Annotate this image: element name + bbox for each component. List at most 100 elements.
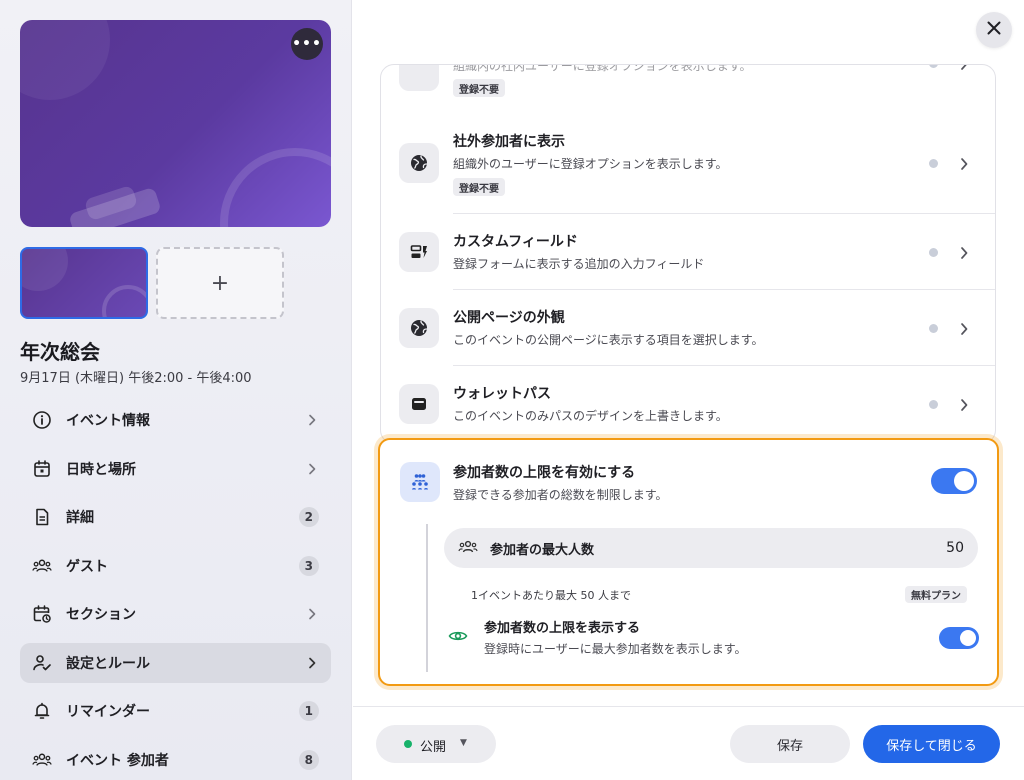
more-icon: •••	[292, 36, 322, 52]
nav-item-settings-rules[interactable]: 設定とルール	[20, 642, 331, 683]
row-title: ウォレットパス	[453, 386, 551, 402]
nav-label: 日時と場所	[66, 461, 136, 478]
eye-icon	[448, 628, 468, 647]
row-tag: 登録不要	[453, 79, 505, 97]
cover-more-button[interactable]: •••	[291, 28, 323, 60]
cover-thumbnail-selected[interactable]	[20, 247, 148, 319]
row-description: このイベントの公開ページに表示する項目を選択します。	[453, 333, 764, 347]
row-description: 組織内の社内ユーザーに登録オプションを表示します。	[453, 64, 752, 73]
status-label: 公開	[420, 740, 447, 755]
group-limit-icon	[400, 462, 440, 502]
chevron-right-icon	[305, 413, 319, 427]
nav-item-guests[interactable]: ゲスト 3	[20, 546, 331, 586]
nav-item-datetime-location[interactable]: 日時と場所	[20, 449, 331, 489]
chevron-right-icon	[305, 462, 319, 476]
nav-item-reminders[interactable]: リマインダー 1	[20, 691, 331, 731]
row-description: 登録フォームに表示する追加の入力フィールド	[453, 257, 705, 271]
capacity-toggle[interactable]	[931, 468, 977, 494]
nav-label: セクション	[66, 607, 136, 623]
globe-icon	[399, 143, 439, 183]
calendar-clock-icon	[32, 604, 52, 624]
max-attendees-field[interactable]: 参加者の最大人数 50	[444, 528, 978, 568]
nav-label: 設定とルール	[66, 655, 150, 672]
nav-label: イベント情報	[66, 413, 150, 429]
bell-icon	[32, 701, 52, 721]
capacity-limit-section: 参加者数の上限を有効にする 登録できる参加者の総数を制限します。 参加者の最大人…	[378, 438, 999, 686]
settings-row-custom-fields[interactable]: カスタムフィールド 登録フォームに表示する追加の入力フィールド	[381, 214, 995, 289]
nav-item-sections[interactable]: セクション	[20, 594, 331, 634]
group-icon	[32, 750, 52, 770]
nav-item-event-info[interactable]: イベント情報	[20, 400, 331, 440]
form-fields-icon	[399, 232, 439, 272]
max-attendees-value[interactable]: 50	[946, 540, 964, 556]
status-dot	[929, 159, 938, 168]
settings-list: 組織内の社内ユーザーに登録オプションを表示します。 登録不要 社外参加者に表示 …	[380, 64, 996, 444]
status-dot	[929, 248, 938, 257]
show-limit-title: 参加者数の上限を表示する	[484, 621, 641, 636]
nav-label: イベント 参加者	[66, 752, 169, 769]
toggle-knob	[954, 471, 974, 491]
people-icon	[32, 556, 52, 576]
close-button[interactable]	[976, 12, 1012, 48]
cover-decoration	[20, 20, 110, 100]
chevron-right-icon	[957, 65, 971, 71]
event-cover-image	[20, 20, 331, 227]
save-and-close-button[interactable]: 保存して閉じる	[863, 725, 1000, 763]
settings-row-public-page[interactable]: 公開ページの外観 このイベントの公開ページに表示する項目を選択します。	[381, 290, 995, 365]
event-datetime: 9月17日 (木曜日) 午後2:00 - 午後4:00	[20, 371, 252, 386]
toggle-knob	[960, 630, 976, 646]
nav-label: 詳細	[66, 510, 94, 526]
wallet-icon	[399, 384, 439, 424]
nav-item-details[interactable]: 詳細 2	[20, 497, 331, 537]
nav-label: ゲスト	[66, 558, 108, 575]
settings-row-wallet-pass[interactable]: ウォレットパス このイベントのみパスのデザインを上書きします。	[381, 366, 995, 443]
show-limit-description: 登録時にユーザーに最大参加者数を表示します。	[484, 642, 747, 656]
published-status-dot	[404, 740, 412, 748]
chevron-right-icon	[957, 322, 971, 336]
max-attendees-label: 参加者の最大人数	[490, 542, 595, 558]
event-title: 年次総会	[20, 340, 100, 364]
add-cover-button[interactable]: +	[156, 247, 284, 319]
status-dot	[929, 400, 938, 409]
cover-decoration	[220, 148, 331, 227]
limit-note: 1イベントあたり最大 50 人まで	[471, 589, 631, 602]
list-icon	[399, 65, 439, 91]
people-icon	[458, 539, 478, 558]
save-button[interactable]: 保存	[730, 725, 850, 763]
plan-badge: 無料プラン	[905, 586, 967, 603]
settings-row-internal-display[interactable]: 組織内の社内ユーザーに登録オプションを表示します。 登録不要	[381, 65, 995, 113]
row-description: 組織外のユーザーに登録オプションを表示します。	[453, 157, 728, 171]
count-badge: 8	[298, 749, 319, 770]
sidebar-nav: イベント情報 日時と場所 詳細 2 ゲスト 3 セクション 設定とルール リマイ…	[20, 400, 331, 780]
publish-status-dropdown[interactable]: 公開 ▼	[376, 725, 496, 763]
capacity-description: 登録できる参加者の総数を制限します。	[453, 488, 668, 502]
chevron-right-icon	[957, 246, 971, 260]
footer-bar: 公開 ▼ 保存 保存して閉じる	[353, 706, 1024, 780]
row-title: 公開ページの外観	[453, 310, 565, 326]
close-icon	[986, 20, 1002, 40]
count-badge: 3	[298, 555, 319, 576]
count-badge: 2	[298, 507, 319, 527]
chevron-right-icon	[305, 607, 319, 621]
chevron-right-icon	[305, 656, 319, 670]
caret-down-icon: ▼	[460, 738, 467, 748]
row-description: このイベントのみパスのデザインを上書きします。	[453, 409, 728, 423]
show-limit-toggle[interactable]	[939, 627, 979, 649]
thumb-decoration	[102, 285, 146, 317]
calendar-icon	[32, 459, 52, 479]
nested-indent-line	[426, 524, 428, 672]
person-check-icon	[32, 653, 52, 673]
row-title: カスタムフィールド	[453, 234, 578, 250]
nav-item-attendees[interactable]: イベント 参加者 8	[20, 740, 331, 780]
settings-row-external-display[interactable]: 社外参加者に表示 組織外のユーザーに登録オプションを表示します。 登録不要	[381, 113, 995, 213]
globe-icon	[399, 308, 439, 348]
thumb-decoration	[22, 249, 68, 291]
status-dot	[929, 65, 938, 68]
nav-label: リマインダー	[66, 704, 150, 720]
chevron-right-icon	[957, 157, 971, 171]
row-tag: 登録不要	[453, 178, 505, 196]
row-title: 社外参加者に表示	[453, 134, 565, 150]
plus-icon: +	[210, 270, 230, 296]
count-badge: 1	[298, 701, 319, 721]
document-icon	[32, 507, 52, 527]
